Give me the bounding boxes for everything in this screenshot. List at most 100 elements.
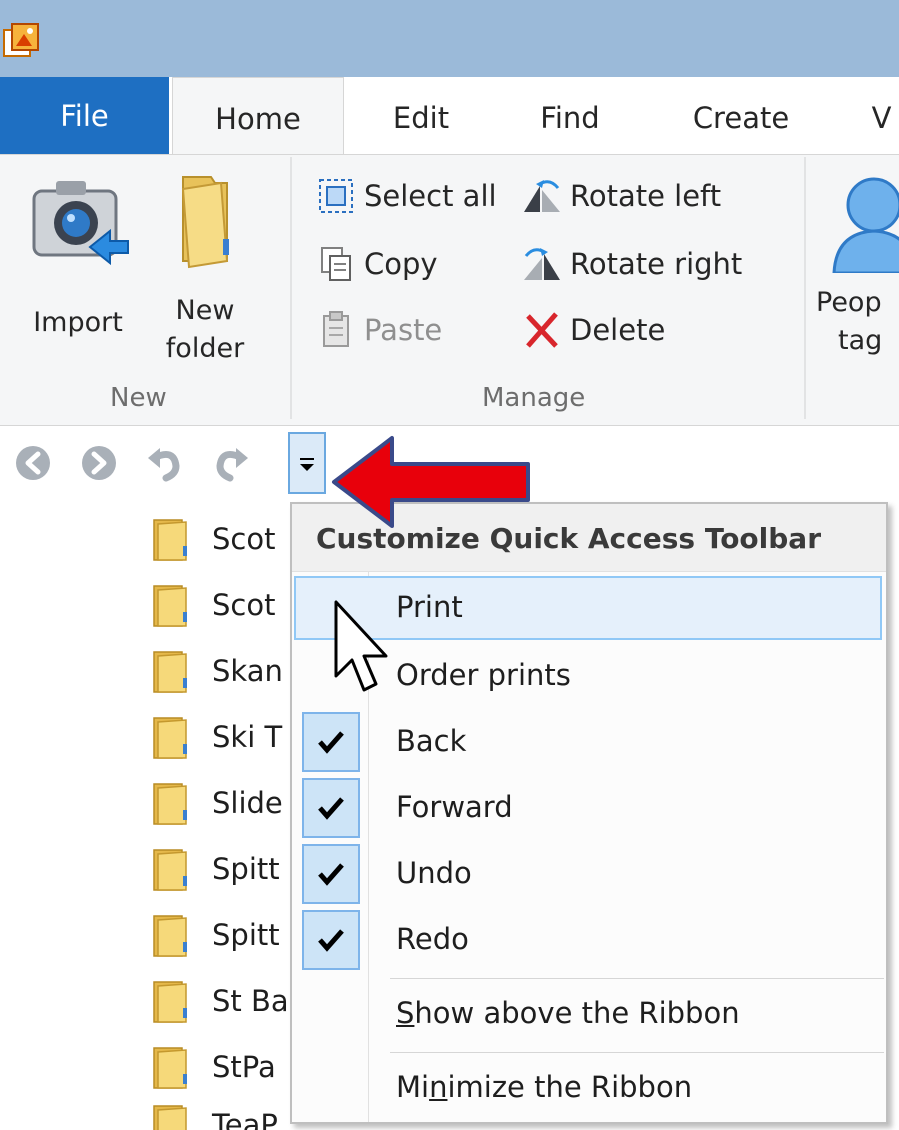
checkmark-icon [302, 844, 360, 904]
delete-label: Delete [570, 313, 666, 347]
checkmark-icon [302, 778, 360, 838]
title-bar [0, 0, 899, 77]
list-item[interactable]: Scot [148, 572, 275, 638]
folder-icon [153, 915, 187, 957]
folder-icon [181, 176, 229, 269]
delete-x-icon [520, 310, 564, 350]
tab-edit[interactable]: Edit [366, 77, 476, 155]
list-item[interactable]: St Ba [148, 968, 289, 1034]
group-separator [804, 157, 806, 419]
select-all-label: Select all [364, 179, 497, 213]
list-item[interactable]: Spitt [148, 902, 280, 968]
folder-name: Scot [212, 588, 276, 622]
group-separator [290, 157, 292, 419]
copy-label: Copy [364, 247, 438, 281]
menu-item-label: Show above the Ribbon [396, 996, 740, 1030]
list-item[interactable]: Spitt [148, 836, 280, 902]
tab-create[interactable]: Create [676, 77, 806, 155]
folder-name: Slide [212, 786, 283, 820]
import-label: Import [33, 307, 123, 338]
folder-icon [153, 1047, 187, 1089]
new-folder-button[interactable]: New folder [150, 169, 260, 368]
folder-name: TeaP [212, 1108, 278, 1130]
folder-name: Skan [212, 654, 283, 688]
people-tag-label-line2: tag [838, 325, 883, 356]
customize-quick-access-dropdown-button[interactable] [288, 432, 326, 494]
checkmark-icon [302, 910, 360, 970]
menu-item-label: Forward [396, 790, 513, 824]
rotate-left-label: Rotate left [570, 179, 722, 213]
menu-item-label: Order prints [396, 658, 571, 692]
folder-icon [153, 783, 187, 825]
people-tag-button[interactable]: Peop tag [816, 169, 899, 360]
checkmark-icon [302, 712, 360, 772]
people-tag-label-line1: Peop [816, 287, 882, 318]
folder-icon [153, 585, 187, 627]
group-label-new: New [110, 383, 167, 413]
menu-item-label: Redo [396, 922, 469, 956]
ribbon-home: Import New folder New Select all Copy Pa… [0, 154, 899, 426]
chevron-down-icon [300, 458, 314, 471]
list-item[interactable]: Skan [148, 638, 283, 704]
access-key: S [396, 996, 415, 1030]
rotate-right-icon [520, 244, 564, 284]
paste-label: Paste [364, 313, 443, 347]
folder-name: Ski T [212, 720, 283, 754]
back-icon[interactable] [14, 444, 52, 482]
list-item[interactable]: Scot [148, 506, 275, 572]
list-item[interactable]: Ski T [148, 704, 282, 770]
ribbon-tab-row: File Home Edit Find Create V [0, 77, 899, 157]
tab-find[interactable]: Find [520, 77, 620, 155]
new-folder-label-line2: folder [165, 333, 245, 364]
menu-item-back[interactable]: Back [292, 710, 886, 774]
menu-item-label: Back [396, 724, 467, 758]
menu-item-forward[interactable]: Forward [292, 776, 886, 840]
menu-item-minimize-ribbon[interactable]: Minimize the Ribbon [292, 1056, 886, 1120]
rotate-right-button[interactable]: Rotate right [520, 239, 742, 289]
menu-item-label: Print [396, 590, 463, 624]
folder-icon [153, 651, 187, 693]
paste-button[interactable]: Paste [314, 305, 442, 355]
folder-name: St Ba [212, 984, 289, 1018]
menu-item-redo[interactable]: Redo [292, 908, 886, 972]
tab-home[interactable]: Home [172, 77, 344, 157]
menu-separator [390, 978, 884, 979]
copy-icon [314, 244, 358, 284]
folder-icon [153, 717, 187, 759]
copy-button[interactable]: Copy [314, 239, 438, 289]
person-tag-icon [832, 177, 899, 275]
menu-item-show-above-ribbon[interactable]: Show above the Ribbon [292, 982, 886, 1046]
rotate-left-icon [520, 176, 564, 216]
red-arrow-annotation [332, 436, 530, 528]
menu-separator [390, 1052, 884, 1053]
import-button[interactable]: Import [18, 169, 138, 342]
list-item[interactable]: Slide [148, 770, 283, 836]
photo-gallery-app-icon[interactable] [2, 22, 42, 60]
redo-icon[interactable] [212, 444, 250, 482]
undo-icon[interactable] [146, 444, 184, 482]
delete-button[interactable]: Delete [520, 305, 665, 355]
menu-item-undo[interactable]: Undo [292, 842, 886, 906]
tab-file[interactable]: File [0, 77, 169, 155]
list-item[interactable]: StPa [148, 1034, 276, 1100]
select-all-icon [314, 176, 358, 216]
rotate-left-button[interactable]: Rotate left [520, 171, 721, 221]
tab-view[interactable]: V [864, 77, 899, 155]
menu-item-label: Undo [396, 856, 472, 890]
group-label-manage: Manage [482, 383, 586, 413]
forward-icon[interactable] [80, 444, 118, 482]
folder-name: Scot [212, 522, 276, 556]
folder-icon [153, 981, 187, 1023]
rotate-right-label: Rotate right [570, 247, 743, 281]
new-folder-label-line1: New [175, 295, 235, 326]
folder-name: StPa [212, 1050, 276, 1084]
list-item[interactable]: TeaP [148, 1092, 278, 1130]
select-all-button[interactable]: Select all [314, 171, 497, 221]
folder-icon [153, 1105, 187, 1130]
menu-item-label: Minimize the Ribbon [396, 1070, 693, 1104]
folder-name: Spitt [212, 852, 280, 886]
access-key: n [429, 1070, 448, 1104]
customize-quick-access-menu: Customize Quick Access Toolbar Print Ord… [290, 502, 888, 1124]
folder-name: Spitt [212, 918, 280, 952]
mouse-pointer-icon [334, 600, 388, 692]
